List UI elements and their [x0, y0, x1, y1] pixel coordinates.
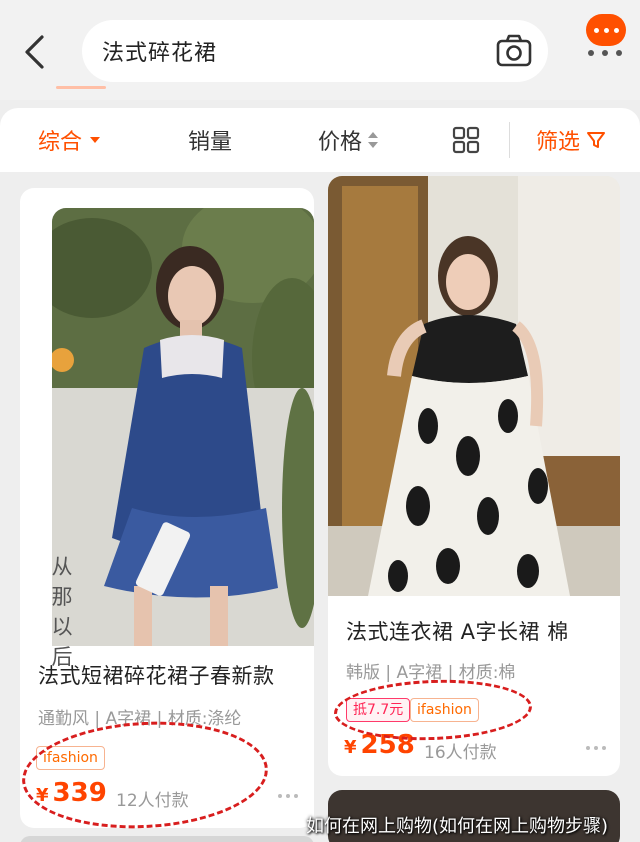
search-header: 法式碎花裙: [0, 0, 640, 100]
ifashion-tag: ifashion: [410, 698, 479, 722]
sales-count: 12人付款: [116, 791, 189, 811]
more-menu-button[interactable]: [580, 10, 632, 66]
price-value: 339: [52, 778, 107, 808]
product-image: [328, 176, 620, 596]
currency-symbol: ¥: [344, 737, 357, 758]
grid-view-toggle[interactable]: [452, 108, 480, 172]
caret-down-icon: [90, 137, 101, 143]
sort-bar: 综合 销量 价格 筛选: [0, 108, 640, 172]
back-arrow-icon: [25, 35, 44, 69]
product-attributes: 韩版 | A字裙 | 材质:棉: [346, 663, 516, 683]
more-icon: [588, 50, 622, 56]
sort-arrows-icon: [368, 132, 379, 148]
header-active-indicator: [56, 86, 106, 89]
filter-label: 筛选: [536, 130, 581, 155]
product-price: ¥258: [344, 730, 415, 760]
sort-price-label: 价格: [318, 130, 363, 155]
filter-button[interactable]: 筛选: [536, 108, 606, 172]
filter-funnel-icon: [587, 132, 606, 148]
grid-view-icon: [452, 126, 480, 154]
coupon-tag: 抵7.7元: [346, 698, 411, 722]
watermark-caption: 如何在网上购物(如何在网上购物步骤): [306, 816, 609, 837]
sort-divider: [509, 122, 510, 158]
product-image: [52, 208, 314, 646]
product-price: ¥339: [36, 778, 107, 808]
product-card[interactable]: 从那以后 法式短裙碎花裙子春新款 通勤风 | A字裙 | 材质:涤纶 ifash…: [20, 188, 314, 828]
sort-price[interactable]: 价格: [318, 108, 379, 172]
product-title[interactable]: 法式短裙碎花裙子春新款: [38, 660, 275, 690]
ifashion-tag: ifashion: [36, 746, 105, 770]
camera-icon: [496, 34, 532, 67]
product-card-partial[interactable]: [20, 836, 314, 842]
sort-sales-label: 销量: [188, 130, 233, 155]
back-button[interactable]: [14, 28, 54, 76]
overlay-vertical-text: 从那以后: [51, 555, 73, 669]
price-value: 258: [360, 730, 415, 760]
card-more-button[interactable]: [586, 746, 606, 750]
product-card[interactable]: 法式连衣裙 A字长裙 棉 韩版 | A字裙 | 材质:棉 抵7.7元 ifash…: [328, 176, 620, 776]
sales-count: 16人付款: [424, 743, 497, 763]
search-query-text: 法式碎花裙: [102, 41, 218, 66]
sort-sales[interactable]: 销量: [188, 108, 232, 172]
search-input[interactable]: 法式碎花裙: [82, 20, 548, 82]
product-title[interactable]: 法式连衣裙 A字长裙 棉: [346, 616, 569, 646]
message-icon: [586, 14, 626, 46]
sort-comprehensive-label: 综合: [38, 130, 83, 155]
sort-comprehensive[interactable]: 综合: [38, 108, 102, 172]
camera-search-button[interactable]: [496, 34, 532, 68]
currency-symbol: ¥: [36, 785, 49, 806]
card-more-button[interactable]: [278, 794, 298, 798]
product-attributes: 通勤风 | A字裙 | 材质:涤纶: [38, 709, 242, 729]
